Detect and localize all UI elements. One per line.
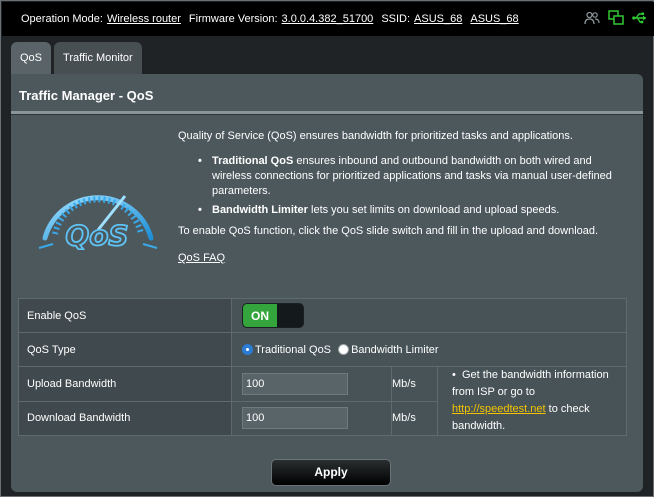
ssid-label: SSID: <box>381 13 411 25</box>
radio-bandwidth-limiter[interactable] <box>338 343 350 355</box>
users-icon[interactable] <box>584 10 600 26</box>
network-status-icon[interactable] <box>608 10 624 26</box>
row-qos-type: QoS Type Traditional QoS Bandwidth Limit… <box>18 332 627 367</box>
page-title: Traffic Manager - QoS <box>19 88 154 103</box>
tab-bar: QoS Traffic Monitor <box>11 42 142 74</box>
bullet-bandwidth-limiter: Bandwidth Limiter lets you set limits on… <box>192 203 628 218</box>
bullet-traditional-qos: Traditional QoS ensures inbound and outb… <box>192 154 628 199</box>
firmware-label: Firmware Version: <box>188 13 278 25</box>
radio-traditional-qos-label[interactable]: Traditional QoS <box>255 344 331 356</box>
qos-speedometer-icon: QoS <box>33 170 163 253</box>
toggle-knob <box>277 304 303 327</box>
enable-hint: To enable QoS function, click the QoS sl… <box>178 225 599 237</box>
operation-mode-link[interactable]: Wireless router <box>107 13 181 25</box>
qos-faq-link[interactable]: QoS FAQ <box>178 251 225 266</box>
radio-traditional-qos[interactable] <box>242 343 253 355</box>
upload-bandwidth-label: Upload Bandwidth <box>18 366 232 402</box>
ssid-link-1[interactable]: ASUS_68 <box>414 13 462 25</box>
note-prefix: Get the bandwidth information from ISP o… <box>452 369 609 398</box>
row-enable-qos: Enable QoS ON <box>18 298 627 333</box>
qos-type-cell: Traditional QoS Bandwidth Limiter <box>231 332 627 367</box>
enable-qos-toggle[interactable]: ON <box>242 303 304 328</box>
tab-traffic-monitor[interactable]: Traffic Monitor <box>54 42 142 74</box>
operation-mode-label: Operation Mode: <box>21 13 103 25</box>
upload-unit: Mb/s <box>392 377 416 390</box>
download-bandwidth-input[interactable] <box>242 407 348 430</box>
upload-unit-cell: Mb/s <box>391 366 438 402</box>
bullet1-title: Traditional QoS <box>212 155 294 167</box>
enable-qos-label: Enable QoS <box>18 298 232 333</box>
qos-panel: Traffic Manager - QoS QoS Quality of Ser… <box>11 74 643 492</box>
toggle-on-label: ON <box>243 304 277 327</box>
speedtest-link[interactable]: http://speedtest.net <box>452 403 546 415</box>
bullet2-title: Bandwidth Limiter <box>212 204 308 216</box>
radio-bandwidth-limiter-label[interactable]: Bandwidth Limiter <box>351 344 438 356</box>
qos-settings-table: Enable QoS ON QoS Type Traditional QoS B… <box>18 298 627 436</box>
bullet2-text: lets you set limits on download and uplo… <box>307 204 560 216</box>
intro-text: Quality of Service (QoS) ensures bandwid… <box>178 130 573 142</box>
router-admin-frame: Operation Mode: Wireless router Firmware… <box>0 0 654 497</box>
apply-button[interactable]: Apply <box>271 459 391 486</box>
enable-qos-cell: ON <box>231 298 627 333</box>
download-unit: Mb/s <box>392 412 416 425</box>
upload-bandwidth-input[interactable] <box>242 372 348 395</box>
download-bandwidth-cell <box>231 400 392 436</box>
row-upload-bandwidth: Upload Bandwidth Mb/s • Get the bandwidt… <box>18 366 627 436</box>
qos-description: Quality of Service (QoS) ensures bandwid… <box>178 129 628 266</box>
qos-type-label: QoS Type <box>18 332 232 367</box>
tab-qos[interactable]: QoS <box>11 42 52 74</box>
ssid-link-2[interactable]: ASUS_68 <box>470 13 518 25</box>
download-bandwidth-label: Download Bandwidth <box>18 400 232 436</box>
upload-bandwidth-cell <box>231 366 392 402</box>
status-bar: Operation Mode: Wireless router Firmware… <box>2 2 654 36</box>
status-icons <box>584 10 648 26</box>
usb-icon[interactable] <box>632 10 648 26</box>
firmware-link[interactable]: 3.0.0.4.382_51700 <box>282 13 374 25</box>
logo-text: QoS <box>65 219 128 250</box>
title-divider-shadow <box>11 114 643 115</box>
download-unit-cell: Mb/s <box>391 400 438 436</box>
bandwidth-note: • Get the bandwidth information from ISP… <box>437 366 627 436</box>
